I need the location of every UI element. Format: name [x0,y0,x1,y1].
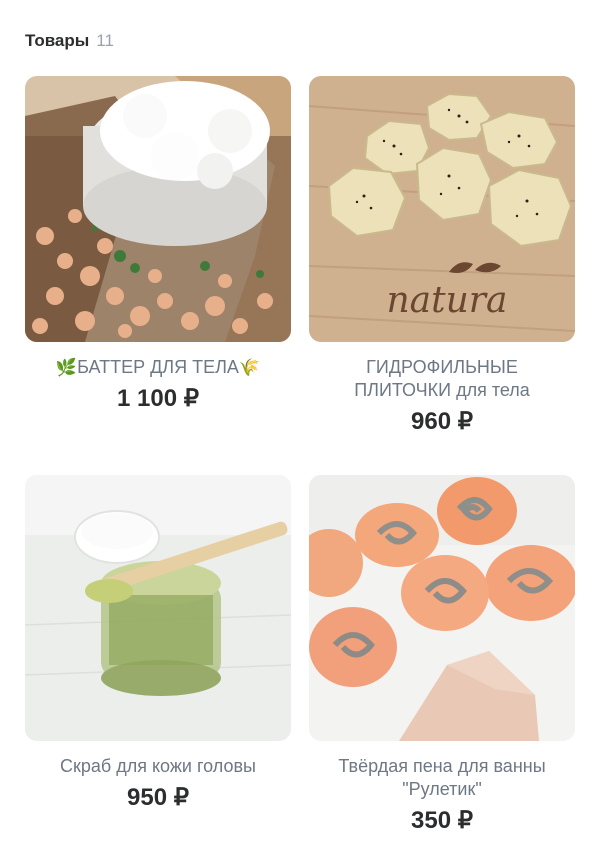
product-name[interactable]: ГИДРОФИЛЬНЫЕ ПЛИТОЧКИ для тела [309,356,575,402]
product-name[interactable]: Скраб для кожи головы [25,755,291,778]
product-price: 350 ₽ [411,807,473,834]
items-count: 11 [96,31,114,50]
wheat-emoji-icon: 🌾 [238,358,261,377]
product-card[interactable]: natura ГИДРОФИЛЬНЫЕ ПЛИТОЧКИ для тела 96… [309,76,575,437]
section-header: Товары 11 [25,30,114,52]
product-name[interactable]: Твёрдая пена для ванны "Рулетик" [309,755,575,801]
product-card[interactable]: Твёрдая пена для ванны "Рулетик" 350 ₽ [309,475,575,836]
product-photo-body-butter[interactable] [25,76,291,342]
product-price: 950 ₽ [127,784,189,811]
product-card[interactable]: Скраб для кожи головы 950 ₽ [25,475,291,813]
product-name[interactable]: 🌿БАТТЕР ДЛЯ ТЕЛА🌾 [25,356,291,379]
product-photo-scalp-scrub[interactable] [25,475,291,741]
leaf-emoji-icon: 🌿 [55,358,78,377]
natura-logo-text: natura [387,280,508,321]
product-price: 960 ₽ [411,408,473,435]
product-photo-hydrophilic-tiles[interactable]: natura [309,76,575,342]
product-photo-bath-foam-rolls[interactable] [309,475,575,741]
product-price: 1 100 ₽ [117,385,199,412]
section-title: Товары [25,31,90,50]
product-card[interactable]: 🌿БАТТЕР ДЛЯ ТЕЛА🌾 1 100 ₽ [25,76,291,414]
